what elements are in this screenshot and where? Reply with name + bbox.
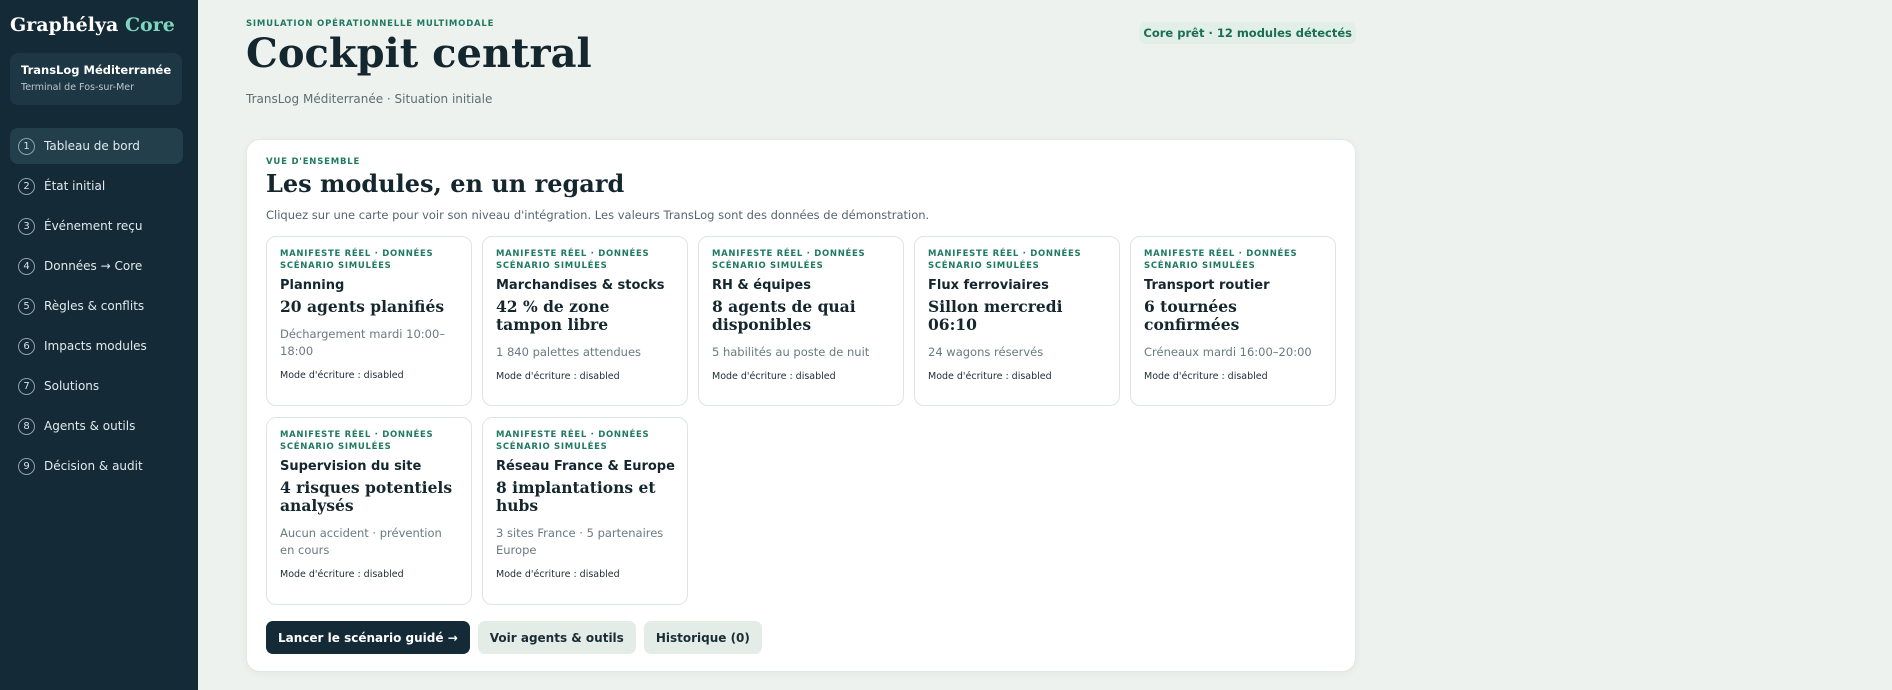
- step-number: 4: [18, 257, 35, 275]
- page-title: Cockpit central: [246, 30, 592, 77]
- view-agents-tools-button[interactable]: Voir agents & outils: [477, 621, 636, 654]
- page-eyebrow: SIMULATION OPÉRATIONNELLE MULTIMODALE: [246, 19, 495, 29]
- organization-card: TransLog Méditerranée Terminal de Fos-su…: [10, 53, 182, 105]
- sidebar-item-label: Agents & outils: [44, 419, 136, 433]
- brand-accent: Core: [124, 14, 175, 36]
- overview-panel: VUE D'ENSEMBLE Les modules, en un regard…: [246, 139, 1356, 672]
- status-badge: Core prêt · 12 modules détectés: [1139, 22, 1356, 44]
- module-card-reseau-france-europe[interactable]: MANIFESTE RÉEL · DONNÉES SCÉNARIO SIMULÉ…: [482, 417, 688, 605]
- module-card-planning[interactable]: MANIFESTE RÉEL · DONNÉES SCÉNARIO SIMULÉ…: [266, 236, 472, 406]
- panel-title: Les modules, en un regard: [266, 169, 625, 198]
- sidebar-item-solutions[interactable]: 7 Solutions: [10, 368, 183, 404]
- card-tag: MANIFESTE RÉEL · DONNÉES SCÉNARIO SIMULÉ…: [928, 249, 1082, 271]
- module-card-flux-ferroviaires[interactable]: MANIFESTE RÉEL · DONNÉES SCÉNARIO SIMULÉ…: [914, 236, 1120, 406]
- module-card-marchandises-stocks[interactable]: MANIFESTE RÉEL · DONNÉES SCÉNARIO SIMULÉ…: [482, 236, 688, 406]
- card-name: Flux ferroviaires: [928, 278, 1049, 293]
- sidebar-item-impacts-modules[interactable]: 6 Impacts modules: [10, 328, 183, 364]
- sidebar-item-donnees-core[interactable]: 4 Données → Core: [10, 248, 183, 284]
- card-detail: 5 habilités au poste de nuit: [712, 345, 870, 359]
- card-detail: 1 840 palettes attendues: [496, 345, 642, 359]
- card-value: 4 risques potentiels analysés: [280, 478, 453, 515]
- card-tag: MANIFESTE RÉEL · DONNÉES SCÉNARIO SIMULÉ…: [280, 430, 434, 452]
- card-name: Transport routier: [1144, 278, 1270, 293]
- card-value: Sillon mercredi 06:10: [928, 297, 1063, 334]
- card-tag: MANIFESTE RÉEL · DONNÉES SCÉNARIO SIMULÉ…: [496, 249, 650, 271]
- card-write-mode: Mode d'écriture : disabled: [496, 371, 620, 382]
- step-number: 1: [18, 137, 35, 155]
- sidebar-item-decision-audit[interactable]: 9 Décision & audit: [10, 448, 183, 484]
- card-name: Réseau France & Europe: [496, 459, 675, 474]
- step-number: 2: [18, 177, 35, 195]
- card-write-mode: Mode d'écriture : disabled: [496, 569, 620, 580]
- card-detail: 24 wagons réservés: [928, 345, 1044, 359]
- sidebar-item-etat-initial[interactable]: 2 État initial: [10, 168, 183, 204]
- sidebar-item-label: Événement reçu: [44, 219, 143, 233]
- card-name: RH & équipes: [712, 278, 811, 293]
- card-name: Planning: [280, 278, 345, 293]
- card-write-mode: Mode d'écriture : disabled: [928, 371, 1052, 382]
- sidebar-item-agents-outils[interactable]: 8 Agents & outils: [10, 408, 183, 444]
- sidebar-item-label: Tableau de bord: [44, 139, 140, 153]
- card-value: 20 agents planifiés: [280, 297, 445, 316]
- card-tag: MANIFESTE RÉEL · DONNÉES SCÉNARIO SIMULÉ…: [496, 430, 650, 452]
- sidebar-item-label: Règles & conflits: [44, 299, 145, 313]
- step-number: 3: [18, 217, 35, 235]
- panel-eyebrow: VUE D'ENSEMBLE: [266, 157, 361, 167]
- card-name: Supervision du site: [280, 459, 422, 474]
- card-write-mode: Mode d'écriture : disabled: [280, 569, 404, 580]
- sidebar-item-evenement-recu[interactable]: 3 Événement reçu: [10, 208, 183, 244]
- card-name: Marchandises & stocks: [496, 278, 665, 293]
- sidebar-item-label: Solutions: [44, 379, 100, 393]
- sidebar-item-regles-conflits[interactable]: 5 Règles & conflits: [10, 288, 183, 324]
- card-detail: Déchargement mardi 10:00–18:00: [280, 327, 446, 358]
- card-tag: MANIFESTE RÉEL · DONNÉES SCÉNARIO SIMULÉ…: [280, 249, 434, 271]
- history-button[interactable]: Historique (0): [643, 621, 762, 654]
- card-tag: MANIFESTE RÉEL · DONNÉES SCÉNARIO SIMULÉ…: [1144, 249, 1298, 271]
- step-number: 7: [18, 377, 35, 395]
- sidebar-item-label: Données → Core: [44, 259, 143, 273]
- sidebar-item-label: Impacts modules: [44, 339, 147, 353]
- card-detail: Créneaux mardi 16:00–20:00: [1144, 345, 1312, 359]
- step-number: 6: [18, 337, 35, 355]
- sidebar-item-label: Décision & audit: [44, 459, 143, 473]
- card-detail: 3 sites France · 5 partenaires Europe: [496, 526, 664, 557]
- card-value: 8 agents de quai disponibles: [712, 297, 856, 334]
- card-value: 8 implantations et hubs: [496, 478, 656, 515]
- brand-name: Graphélya: [10, 14, 119, 36]
- page-subtitle: TransLog Méditerranée · Situation initia…: [246, 92, 493, 106]
- organization-site: Terminal de Fos-sur-Mer: [21, 82, 135, 93]
- brand-logo[interactable]: Graphélya Core: [10, 14, 175, 36]
- module-card-transport-routier[interactable]: MANIFESTE RÉEL · DONNÉES SCÉNARIO SIMULÉ…: [1130, 236, 1336, 406]
- card-detail: Aucun accident · prévention en cours: [280, 526, 442, 557]
- step-number: 8: [18, 417, 35, 435]
- card-tag: MANIFESTE RÉEL · DONNÉES SCÉNARIO SIMULÉ…: [712, 249, 866, 271]
- sidebar-item-label: État initial: [44, 179, 106, 193]
- sidebar: Graphélya Core TransLog Méditerranée Ter…: [0, 0, 198, 690]
- step-number: 5: [18, 297, 35, 315]
- card-value: 42 % de zone tampon libre: [496, 297, 610, 334]
- card-value: 6 tournées confirmées: [1144, 297, 1240, 334]
- module-card-supervision-site[interactable]: MANIFESTE RÉEL · DONNÉES SCÉNARIO SIMULÉ…: [266, 417, 472, 605]
- action-bar: Lancer le scénario guidé → Voir agents &…: [266, 621, 762, 654]
- sidebar-nav: 1 Tableau de bord 2 État initial 3 Événe…: [10, 128, 183, 488]
- step-number: 9: [18, 457, 35, 475]
- start-guided-scenario-button[interactable]: Lancer le scénario guidé →: [266, 621, 470, 654]
- card-write-mode: Mode d'écriture : disabled: [280, 370, 404, 381]
- sidebar-item-tableau-de-bord[interactable]: 1 Tableau de bord: [10, 128, 183, 164]
- panel-description: Cliquez sur une carte pour voir son nive…: [266, 208, 930, 222]
- module-card-rh-equipes[interactable]: MANIFESTE RÉEL · DONNÉES SCÉNARIO SIMULÉ…: [698, 236, 904, 406]
- card-write-mode: Mode d'écriture : disabled: [712, 371, 836, 382]
- organization-name: TransLog Méditerranée: [21, 63, 172, 77]
- card-write-mode: Mode d'écriture : disabled: [1144, 371, 1268, 382]
